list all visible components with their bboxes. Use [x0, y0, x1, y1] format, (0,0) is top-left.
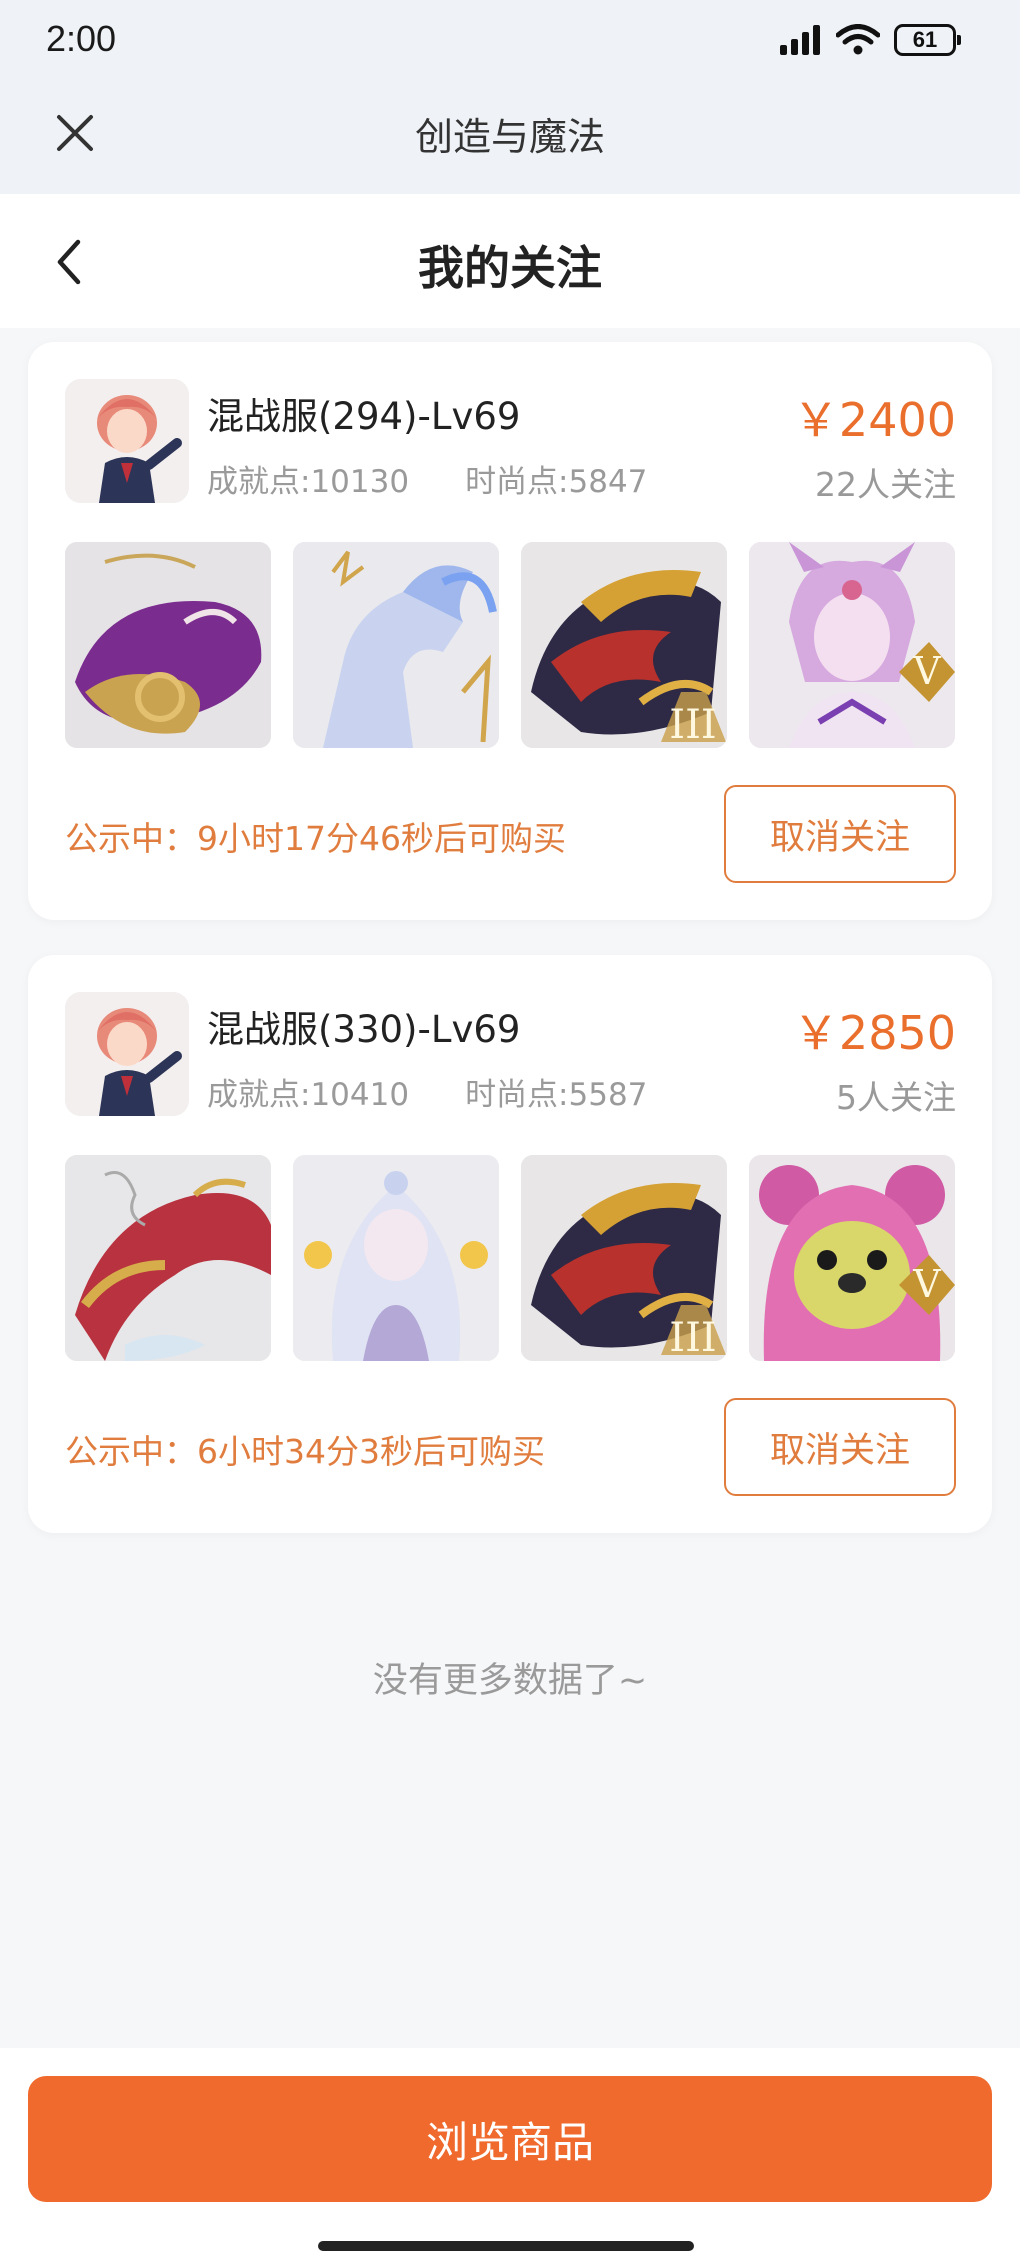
pink-bear-pet-icon: V — [749, 1155, 955, 1361]
notice-label: 公示中： — [65, 1432, 197, 1471]
server-name: 混战服(294)-Lv69 — [207, 395, 521, 438]
dragon-mount-icon: III — [521, 542, 727, 748]
listing-card[interactable]: 混战服(330)-Lv69 成就点:10410 时尚点:5587 ￥2850 5… — [28, 955, 992, 1533]
item-thumbnail[interactable]: III — [521, 1155, 727, 1361]
unfollow-button[interactable]: 取消关注 — [724, 785, 956, 883]
battery-level: 61 — [912, 27, 938, 52]
wifi-icon — [836, 24, 880, 55]
notice: 公示中： 6小时34分3秒后可购买 — [65, 1425, 545, 1473]
item-thumbnails: III V — [65, 1155, 955, 1361]
item-thumbnails: III V — [65, 542, 955, 748]
ice-horse-mount-icon — [293, 542, 499, 748]
tier-badge-text: V — [912, 649, 941, 693]
character-portrait-icon — [65, 992, 189, 1116]
fashion-points: 时尚点:5847 — [465, 464, 648, 500]
character-portrait-icon — [65, 379, 189, 503]
follower-count: 5人关注 — [836, 1078, 956, 1117]
achievement-points: 成就点:10130 — [207, 464, 410, 500]
notice-label: 公示中： — [65, 819, 197, 858]
page-title: 我的关注 — [418, 241, 602, 295]
tier-badge-text: III — [669, 1315, 716, 1361]
notice: 公示中： 9小时17分46秒后可购买 — [65, 812, 566, 860]
unfollow-button[interactable]: 取消关注 — [724, 1398, 956, 1496]
item-thumbnail[interactable] — [65, 542, 271, 748]
fashion-points: 时尚点:5587 — [465, 1077, 648, 1113]
status-bar: 2:00 61 — [0, 0, 1020, 82]
page-header: 我的关注 — [0, 194, 1020, 328]
tier-badge-text: III — [669, 702, 716, 748]
item-thumbnail[interactable] — [65, 1155, 271, 1361]
silver-hair-character-icon — [293, 1155, 499, 1361]
app-title: 创造与魔法 — [414, 115, 605, 159]
status-icons: 61 — [780, 24, 961, 56]
battery-icon: 61 — [894, 24, 961, 56]
no-more-data-text: 没有更多数据了~ — [372, 1661, 648, 1701]
server-name: 混战服(330)-Lv69 — [207, 1008, 521, 1051]
item-thumbnail[interactable] — [293, 1155, 499, 1361]
app-header: 创造与魔法 — [0, 82, 1020, 194]
stats: 成就点:10130 时尚点:5847 — [207, 456, 647, 501]
stats: 成就点:10410 时尚点:5587 — [207, 1069, 647, 1114]
red-dragon-mount-icon — [65, 1155, 271, 1361]
price: ￥2400 — [792, 393, 956, 447]
bottom-bar: 浏览商品 — [0, 2048, 1020, 2267]
fox-spirit-character-icon: V — [749, 542, 955, 748]
notice-countdown: 6小时34分3秒后可购买 — [197, 1432, 545, 1471]
signal-icon — [780, 25, 820, 55]
item-thumbnail[interactable]: V — [749, 1155, 955, 1361]
browse-products-button[interactable]: 浏览商品 — [28, 2076, 992, 2202]
whale-mount-icon — [65, 542, 271, 748]
follower-count: 22人关注 — [815, 465, 956, 504]
listing-card[interactable]: 混战服(294)-Lv69 成就点:10130 时尚点:5847 ￥2400 2… — [28, 342, 992, 920]
notice-countdown: 9小时17分46秒后可购买 — [197, 819, 566, 858]
price: ￥2850 — [792, 1006, 956, 1060]
home-indicator[interactable] — [318, 2241, 694, 2251]
character-avatar — [65, 379, 189, 503]
status-time: 2:00 — [46, 18, 117, 59]
item-thumbnail[interactable]: III — [521, 542, 727, 748]
character-avatar — [65, 992, 189, 1116]
tier-badge-text: V — [912, 1262, 941, 1306]
dragon-mount-icon: III — [521, 1155, 727, 1361]
achievement-points: 成就点:10410 — [207, 1077, 410, 1113]
item-thumbnail[interactable]: V — [749, 542, 955, 748]
item-thumbnail[interactable] — [293, 542, 499, 748]
